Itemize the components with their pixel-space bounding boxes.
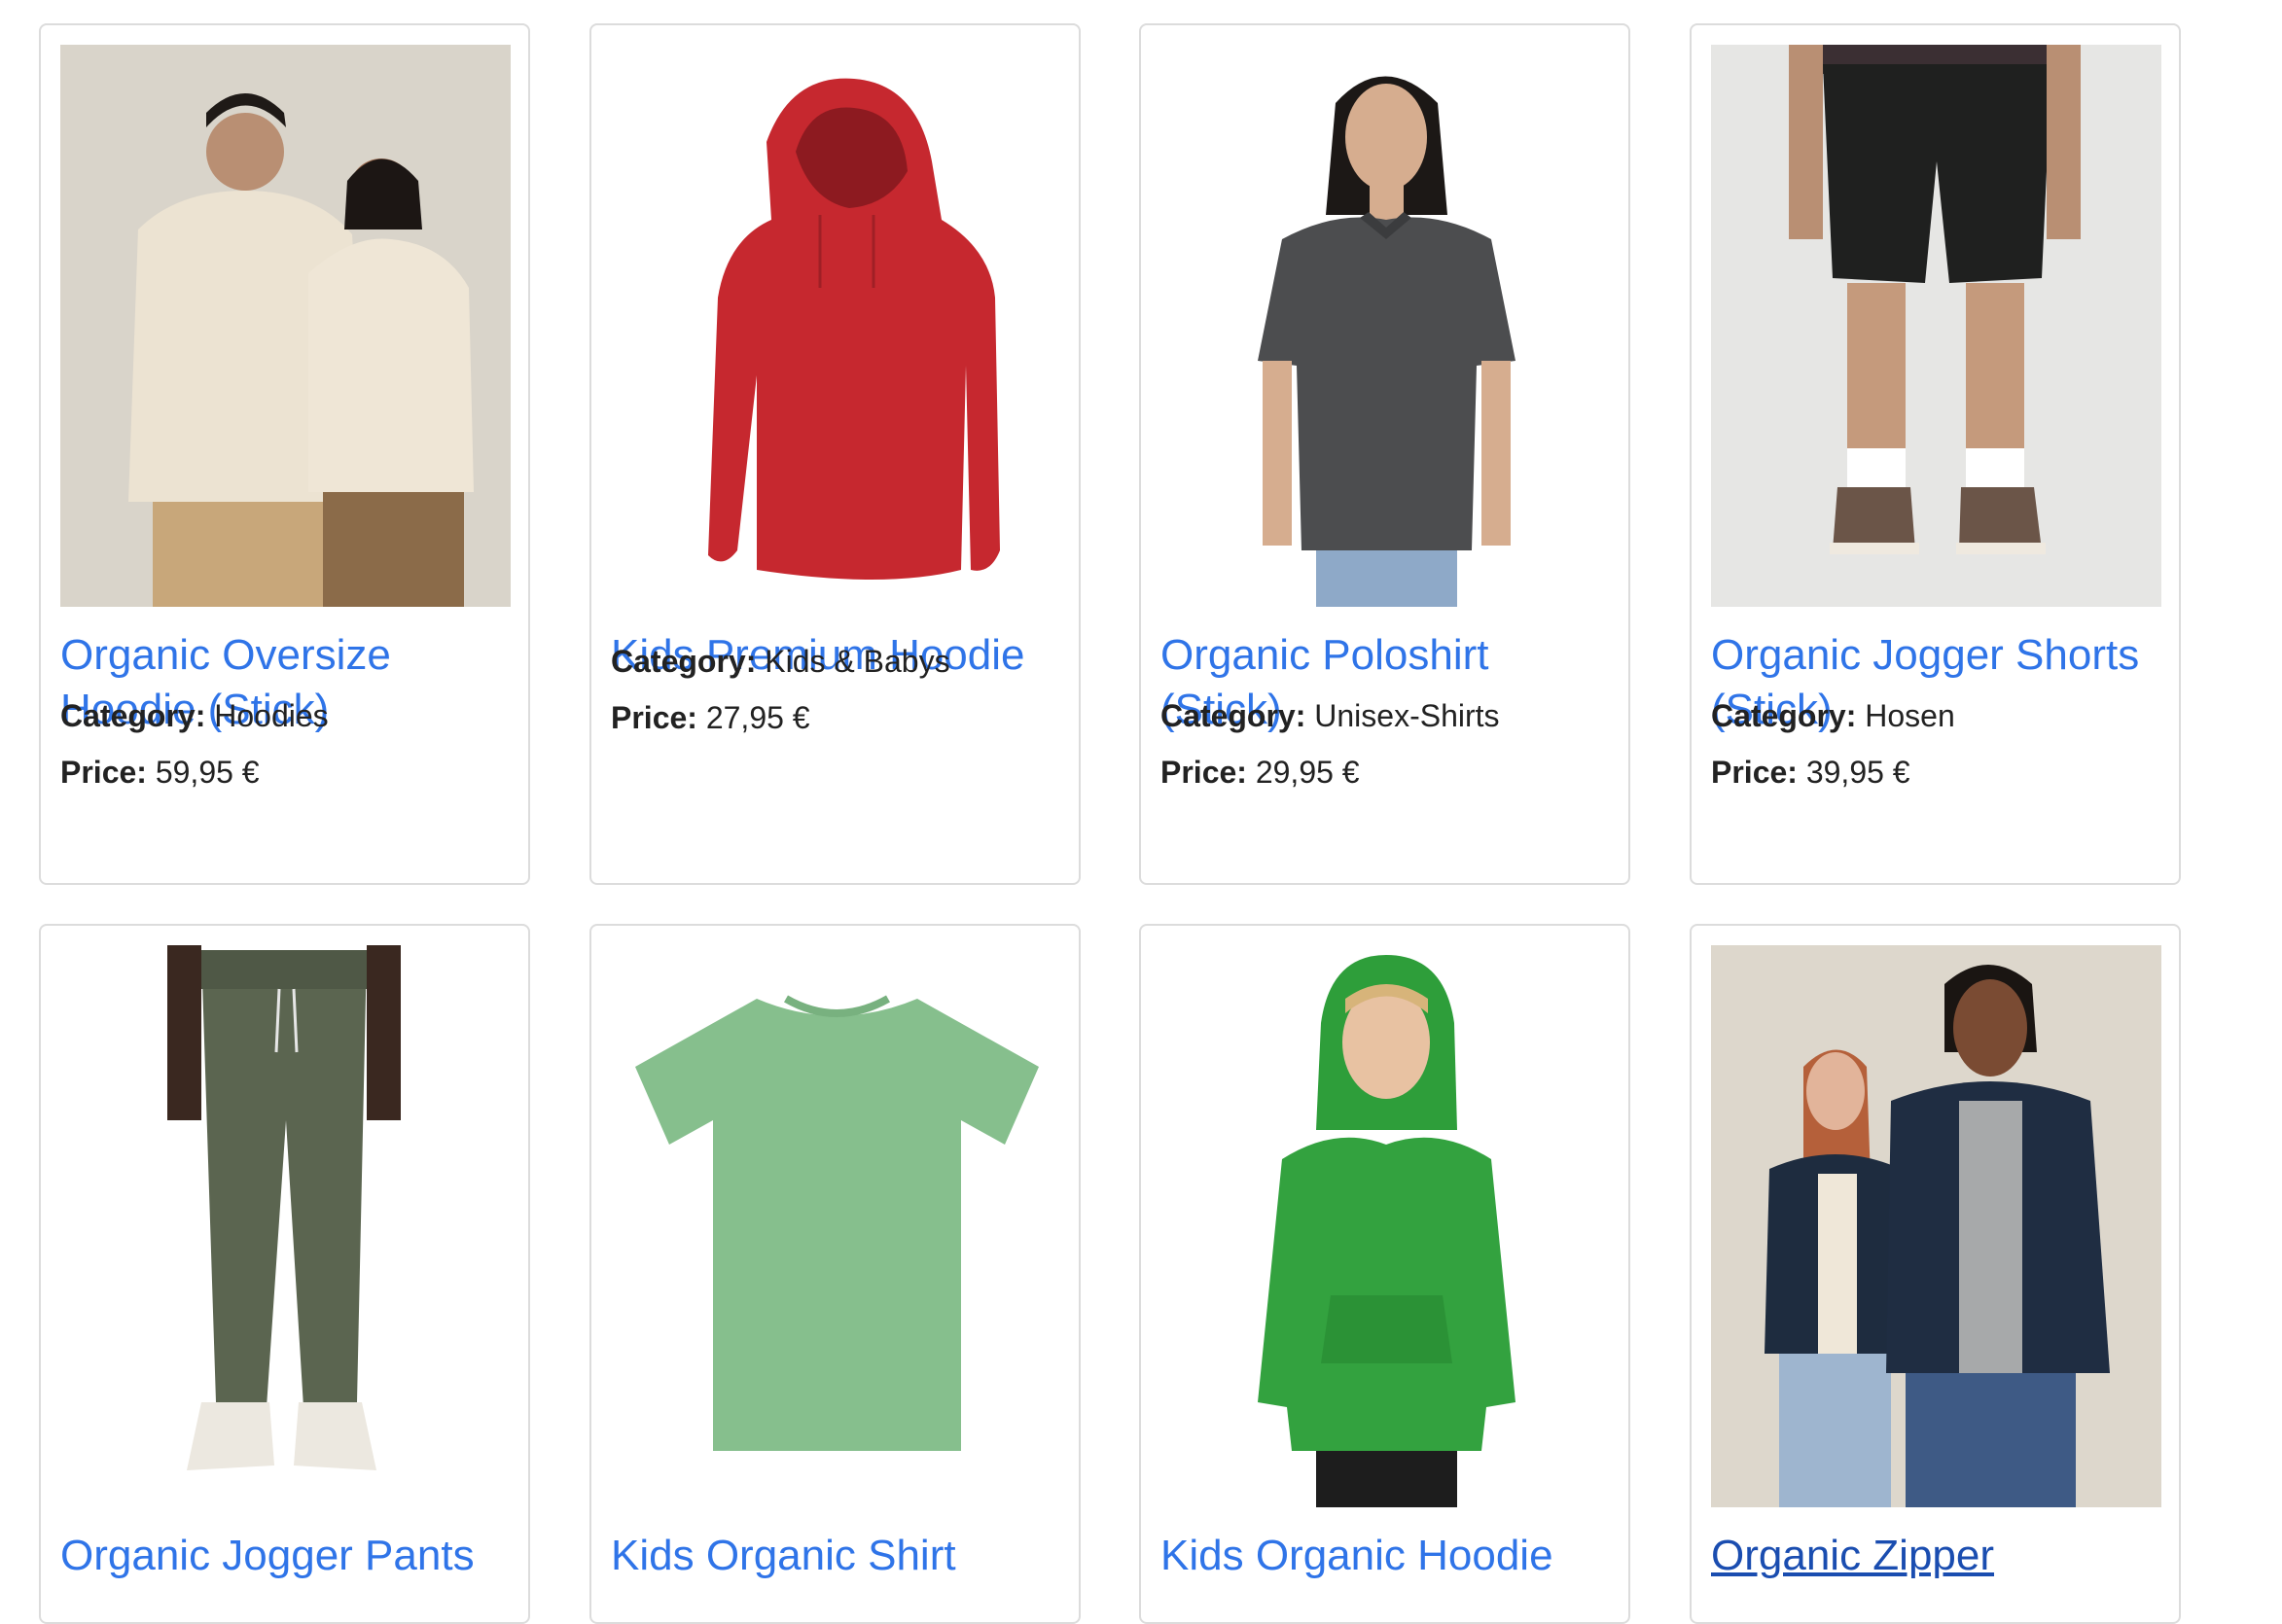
product-image-oversize-hoodie[interactable] [60,45,511,607]
product-image-kids-organic-shirt[interactable] [611,945,1061,1507]
product-image-kids-organic-hoodie[interactable] [1160,945,1611,1507]
product-title-link[interactable]: Kids Organic Shirt [611,1529,1068,1583]
product-card: Kids Organic Shirt [589,924,1081,1624]
product-price: Price: 27,95 € [611,700,810,735]
product-card: Kids Organic Hoodie [1139,924,1630,1624]
product-card: Organic Zipper [1690,924,2181,1624]
product-price: Price: 29,95 € [1160,755,1360,790]
product-image-organic-zipper[interactable] [1711,945,2161,1507]
product-title-link[interactable]: Organic Zipper [1711,1529,2168,1583]
product-image-jogger-pants[interactable] [60,945,511,1507]
product-card: Organic Oversize Hoodie (Stick) Category… [39,23,530,885]
product-image-jogger-shorts[interactable] [1711,45,2161,607]
product-grid: Organic Oversize Hoodie (Stick) Category… [0,0,2282,1624]
product-price: Price: 59,95 € [60,755,260,790]
product-card: Organic Poloshirt (Stick) Category: Unis… [1139,23,1630,885]
product-card: Kids Premium Hoodie Category: Kids & Bab… [589,23,1081,885]
product-category: Category: Hoodies [60,698,329,733]
product-category: Category: Hosen [1711,698,1955,733]
product-title-link[interactable]: Kids Organic Hoodie [1160,1529,1618,1583]
product-price: Price: 39,95 € [1711,755,1910,790]
product-image-kids-premium-hoodie[interactable] [611,45,1061,607]
product-category: Category: Unisex-Shirts [1160,698,1500,733]
product-category: Category: Kids & Babys [611,644,950,679]
product-card: Organic Jogger Shorts (Stick) Category: … [1690,23,2181,885]
product-card: Organic Jogger Pants [39,924,530,1624]
product-image-poloshirt[interactable] [1160,45,1611,607]
product-title-link[interactable]: Organic Jogger Pants [60,1529,517,1583]
